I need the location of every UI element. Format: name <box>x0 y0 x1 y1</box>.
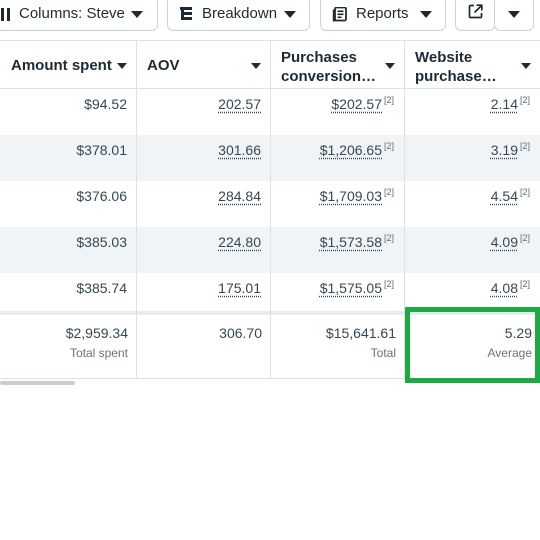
horizontal-scrollbar[interactable] <box>0 381 75 385</box>
external-link-icon <box>468 4 483 23</box>
cell-aov: 301.66 <box>136 135 270 181</box>
cell-value[interactable]: 4.09 <box>491 234 518 250</box>
cell-value[interactable]: 3.19 <box>491 142 518 158</box>
column-header-label: Website purchase… <box>415 48 497 86</box>
cell-website-purchase: 3.19 [2] <box>404 135 540 181</box>
column-header-website-purchase[interactable]: Website purchase… <box>404 40 540 89</box>
cell-value[interactable]: $1,575.05 <box>320 280 382 296</box>
footnote-marker[interactable]: [2] <box>384 141 394 151</box>
column-header-purchases-conversion[interactable]: Purchases conversion… <box>270 40 404 89</box>
caret-down-icon <box>508 10 520 18</box>
cell-value: $94.52 <box>84 96 127 112</box>
column-header-aov[interactable]: AOV <box>136 40 270 89</box>
cell-value[interactable]: 175.01 <box>218 280 261 296</box>
footnote-marker[interactable]: [2] <box>384 95 394 105</box>
cell-value[interactable]: $202.57 <box>331 96 382 112</box>
breakdown-label: Breakdown <box>202 5 278 22</box>
export-button[interactable] <box>455 0 495 31</box>
cell-value: $385.74 <box>76 280 127 296</box>
summary-cell-amount: $2,959.34 Total spent <box>0 315 136 378</box>
caret-down-icon <box>131 11 143 18</box>
cell-value: $385.03 <box>76 234 127 250</box>
cell-value[interactable]: $1,709.03 <box>320 188 382 204</box>
columns-icon <box>1 7 10 21</box>
reports-icon <box>332 6 347 21</box>
reports-button[interactable]: Reports <box>320 0 446 31</box>
summary-value: $2,959.34 <box>65 325 128 341</box>
breakdown-button[interactable]: Breakdown <box>167 0 310 31</box>
sort-caret-icon[interactable] <box>251 63 261 69</box>
cell-amount-spent: $94.52 <box>0 89 136 135</box>
footnote-marker[interactable]: [2] <box>384 279 394 289</box>
cell-aov: 224.80 <box>136 227 270 273</box>
cell-value[interactable]: 224.80 <box>218 234 261 250</box>
breakdown-icon <box>180 7 192 20</box>
column-header-amount-spent[interactable]: Amount spent <box>0 40 136 89</box>
cell-value: $376.06 <box>76 188 127 204</box>
column-header-line2: purchase… <box>415 68 497 85</box>
summary-caption: Average <box>487 346 532 360</box>
summary-value: 5.29 <box>504 325 532 341</box>
more-options-button[interactable] <box>494 0 534 31</box>
cell-website-purchase: 4.09 [2] <box>404 227 540 273</box>
cell-amount-spent: $385.03 <box>0 227 136 273</box>
summary-cell-aov: 306.70 <box>136 315 270 378</box>
sort-caret-icon[interactable] <box>521 63 531 69</box>
sort-caret-icon[interactable] <box>385 63 395 69</box>
cell-value: $378.01 <box>76 142 127 158</box>
cell-value[interactable]: $1,206.65 <box>320 142 382 158</box>
column-header-line1: Website <box>415 49 473 66</box>
cell-purchases-conversion: $1,573.58 [2] <box>270 227 404 273</box>
summary-cell-conversion: $15,641.61 Total <box>270 315 404 378</box>
cell-amount-spent: $376.06 <box>0 181 136 227</box>
reports-label: Reports <box>356 5 409 22</box>
cell-website-purchase: 4.54 [2] <box>404 181 540 227</box>
cell-value[interactable]: 284.84 <box>218 188 261 204</box>
sort-caret-icon[interactable] <box>117 63 127 69</box>
footnote-marker[interactable]: [2] <box>520 187 530 197</box>
footnote-marker[interactable]: [2] <box>384 233 394 243</box>
cell-value[interactable]: 4.08 <box>491 280 518 296</box>
summary-value: $15,641.61 <box>325 325 396 341</box>
cell-value[interactable]: 2.14 <box>491 96 518 112</box>
cell-aov: 202.57 <box>136 89 270 135</box>
column-header-label: Amount spent <box>11 57 112 74</box>
cell-value[interactable]: 202.57 <box>218 96 261 112</box>
footnote-marker[interactable]: [2] <box>520 233 530 243</box>
cell-aov: 284.84 <box>136 181 270 227</box>
caret-down-icon <box>420 11 432 18</box>
summary-value: 306.70 <box>219 325 262 341</box>
summary-cell-website-purchase: 5.29 Average <box>404 315 540 378</box>
cell-website-purchase: 2.14 [2] <box>404 89 540 135</box>
toolbar: Columns: Steve Breakdown Reports <box>0 0 540 32</box>
columns-button[interactable]: Columns: Steve <box>0 0 158 31</box>
cell-amount-spent: $378.01 <box>0 135 136 181</box>
columns-label: Columns: Steve <box>19 5 125 22</box>
cell-purchases-conversion: $1,206.65 [2] <box>270 135 404 181</box>
footnote-marker[interactable]: [2] <box>520 279 530 289</box>
column-header-line1: Purchases <box>281 49 357 66</box>
cell-purchases-conversion: $1,709.03 [2] <box>270 181 404 227</box>
summary-caption: Total spent <box>69 346 128 360</box>
cell-purchases-conversion: $202.57 [2] <box>270 89 404 135</box>
column-divider <box>270 40 271 378</box>
footnote-marker[interactable]: [2] <box>384 187 394 197</box>
column-header-line2: conversion… <box>281 68 377 85</box>
caret-down-icon <box>284 11 296 18</box>
cell-value[interactable]: 4.54 <box>491 188 518 204</box>
column-header-label: Purchases conversion… <box>281 48 376 86</box>
footnote-marker[interactable]: [2] <box>520 95 530 105</box>
cell-value[interactable]: 301.66 <box>218 142 261 158</box>
cell-value[interactable]: $1,573.58 <box>320 234 382 250</box>
column-header-label: AOV <box>147 57 180 74</box>
column-divider <box>404 40 405 378</box>
summary-caption: Total <box>370 346 396 360</box>
footnote-marker[interactable]: [2] <box>520 141 530 151</box>
column-divider <box>136 40 137 378</box>
